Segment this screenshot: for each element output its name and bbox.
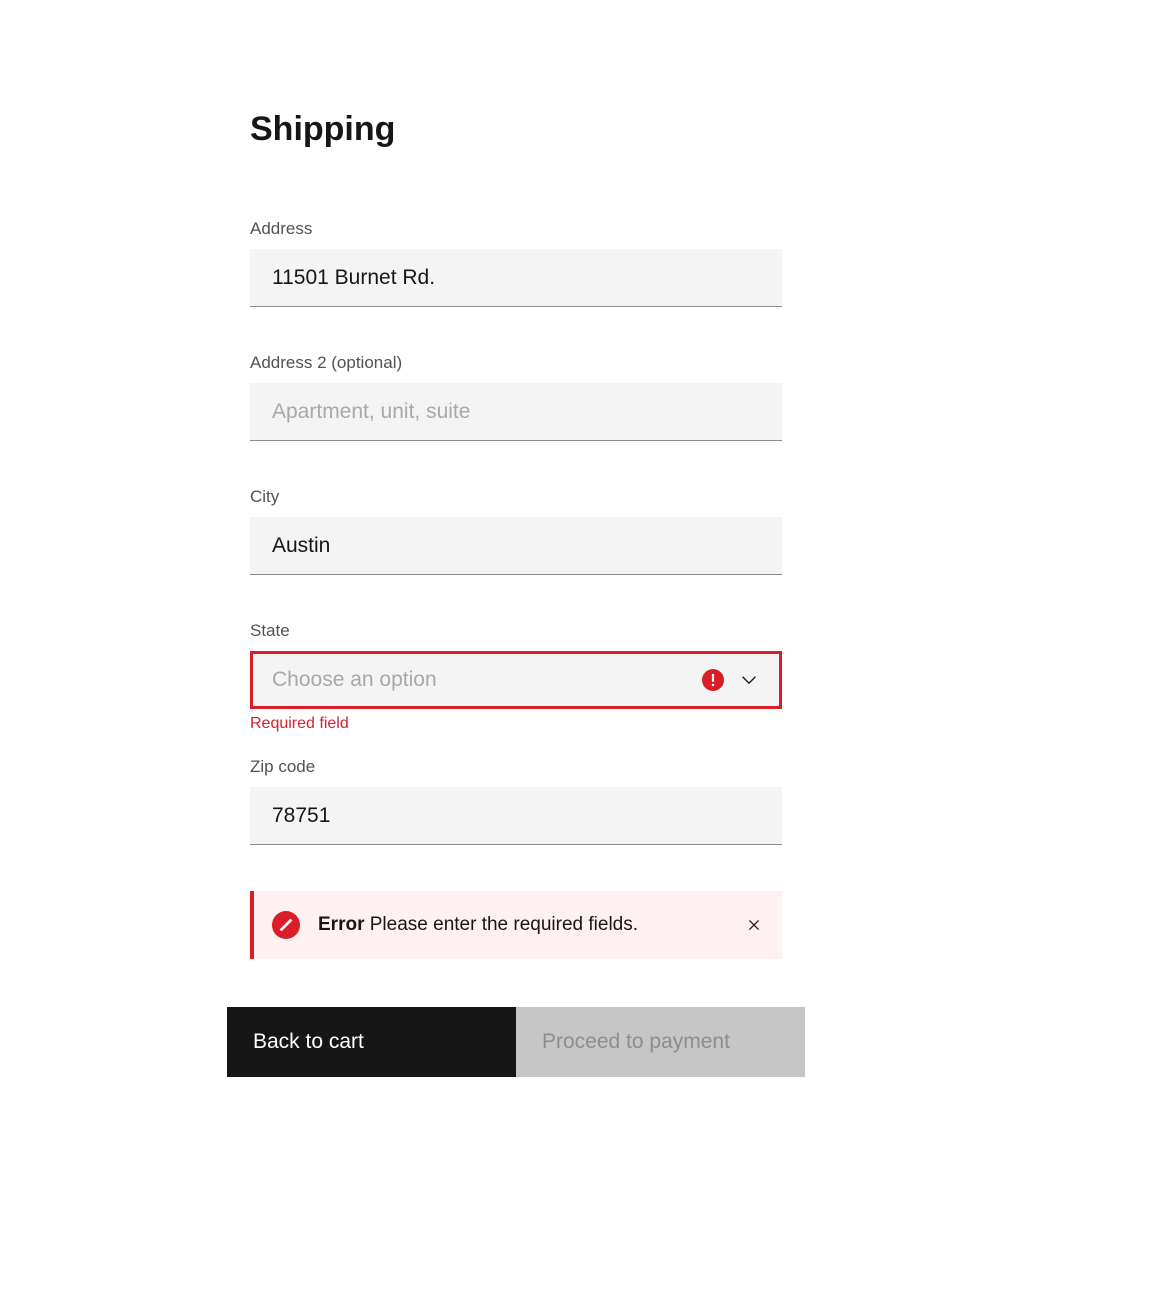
page-title: Shipping [250,110,902,149]
address2-field-group: Address 2 (optional) [250,353,902,441]
notification-message: Please enter the required fields. [364,914,638,935]
zip-field-group: Zip code [250,757,902,845]
city-label: City [250,487,902,507]
notification-title: Error [318,914,364,935]
error-notification: Error Please enter the required fields. [250,891,782,959]
state-select[interactable]: Choose an option [250,651,782,709]
city-input[interactable] [250,517,782,575]
select-icons [702,669,760,691]
state-placeholder: Choose an option [272,668,702,692]
address-label: Address [250,219,902,239]
chevron-down-icon [738,669,760,691]
state-error-text: Required field [250,715,902,733]
state-label: State [250,621,902,641]
error-circle-icon [272,911,300,939]
address-field-group: Address [250,219,902,307]
proceed-to-payment-button[interactable]: Proceed to payment [516,1007,805,1077]
notification-text: Error Please enter the required fields. [318,914,744,936]
address2-label: Address 2 (optional) [250,353,902,373]
address2-input[interactable] [250,383,782,441]
warning-icon [702,669,724,691]
close-icon[interactable] [744,915,764,935]
address-input[interactable] [250,249,782,307]
state-field-group: State Choose an option Required field [250,621,902,733]
shipping-form: Shipping Address Address 2 (optional) Ci… [0,0,1152,1077]
city-field-group: City [250,487,902,575]
back-to-cart-button[interactable]: Back to cart [227,1007,516,1077]
zip-input[interactable] [250,787,782,845]
button-row: Back to cart Proceed to payment [227,1007,805,1077]
zip-label: Zip code [250,757,902,777]
